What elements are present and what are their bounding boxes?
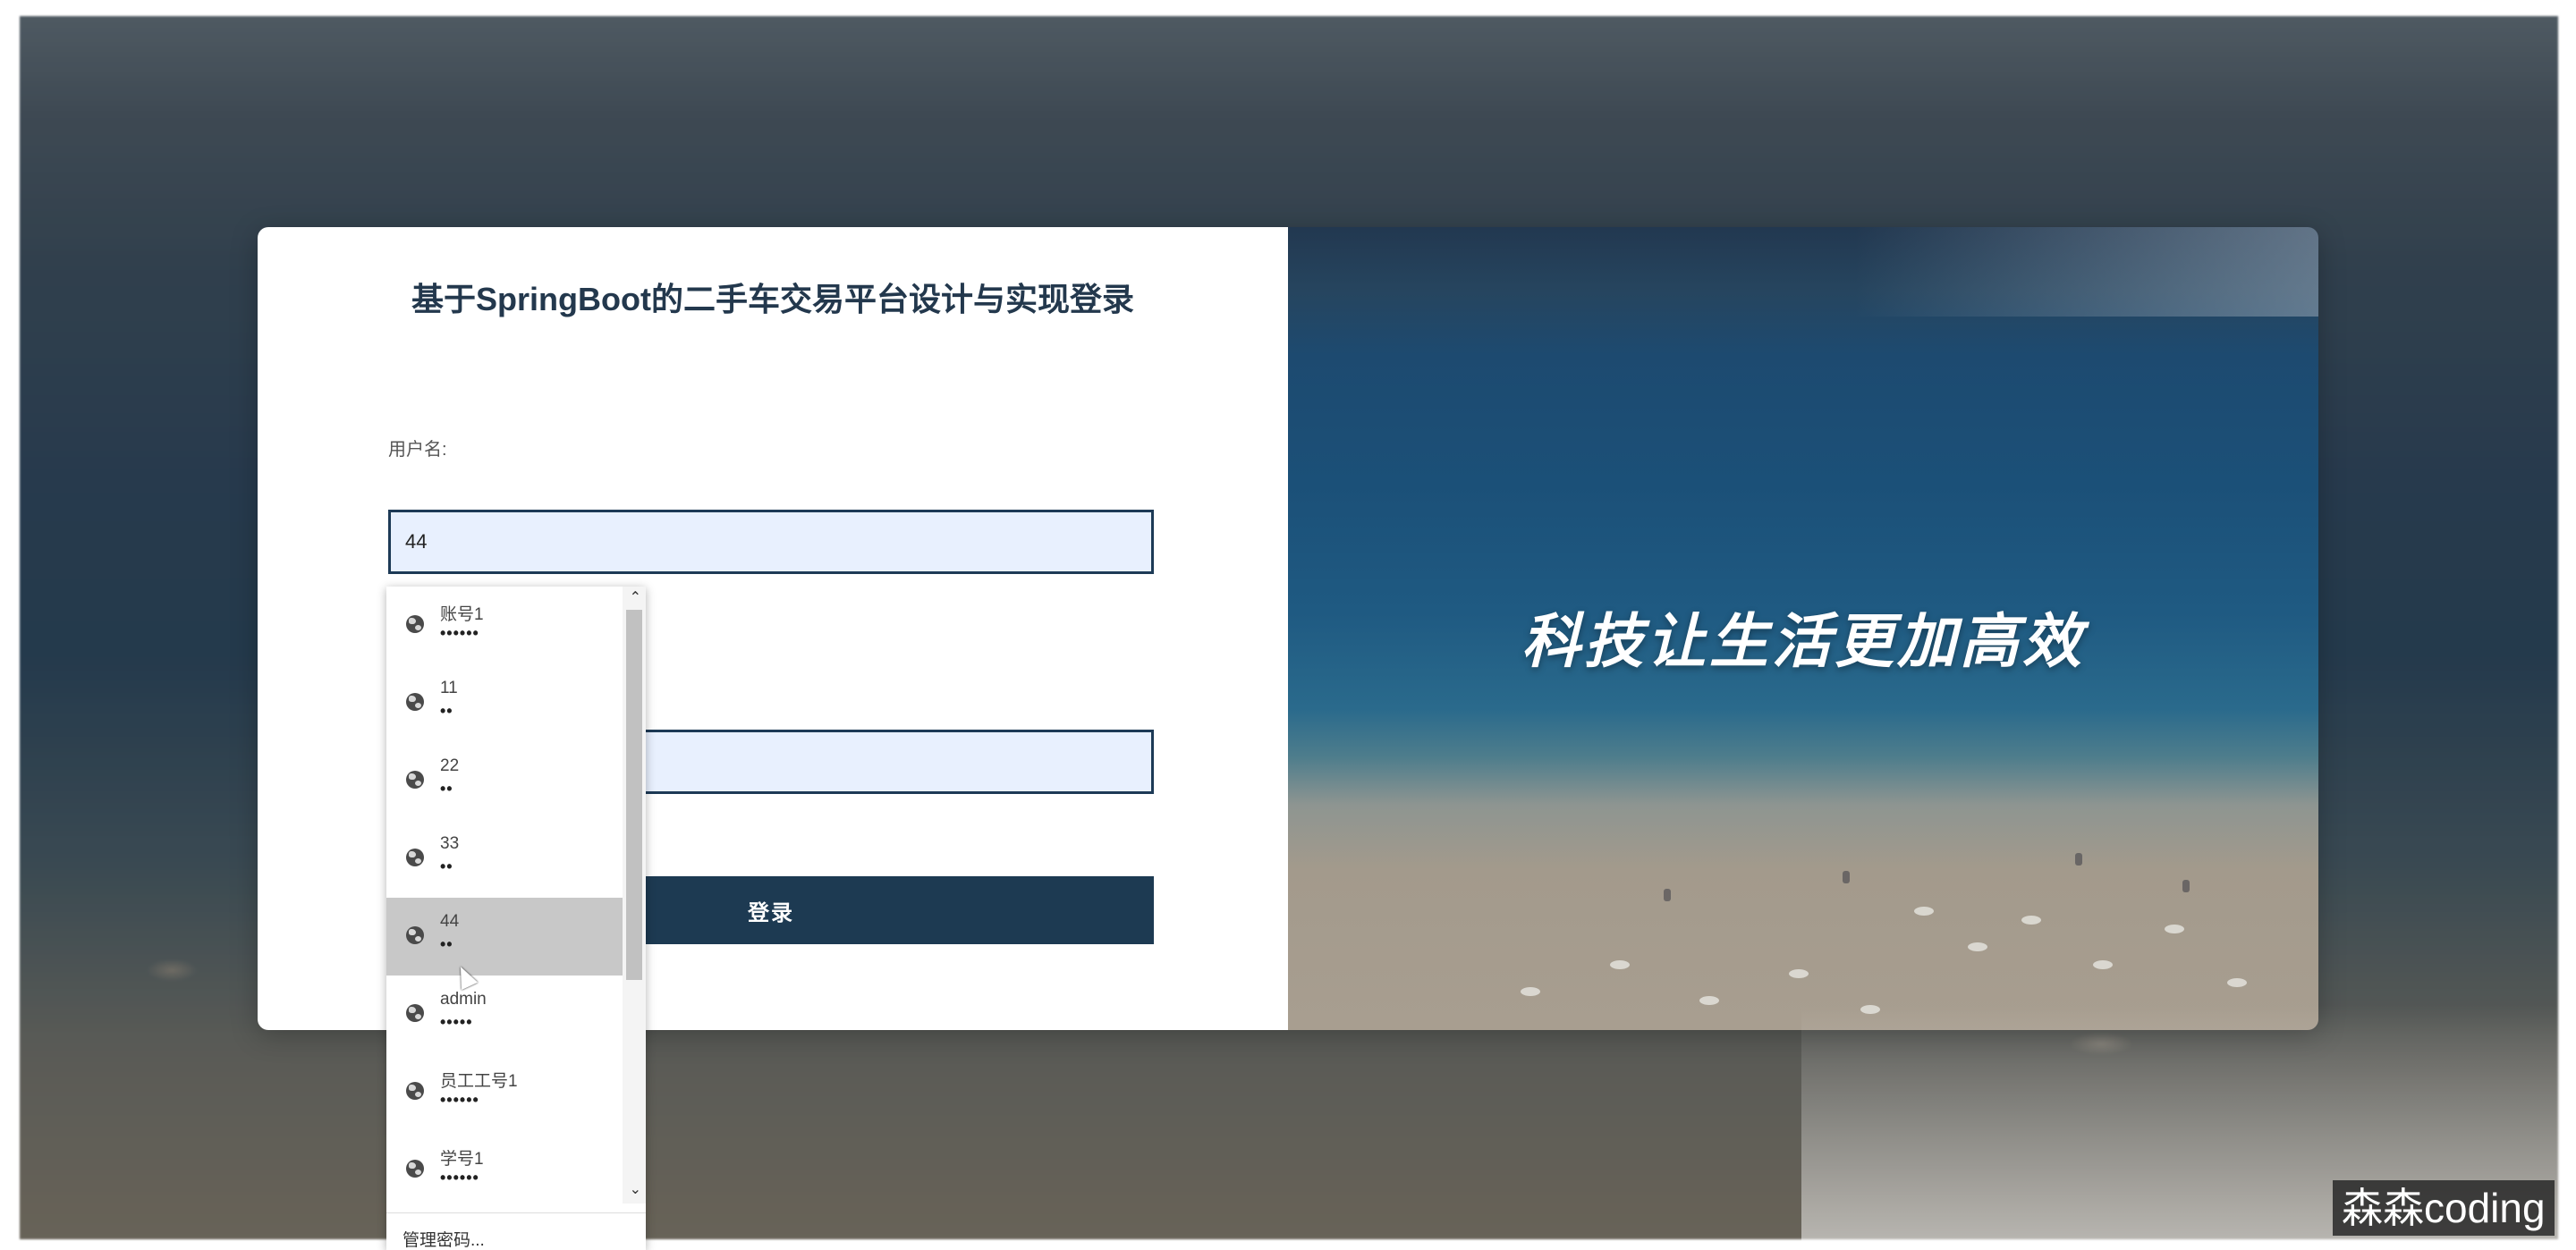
beach-umbrella	[2165, 925, 2184, 933]
slogan-text: 科技让生活更加高效	[1521, 608, 2085, 674]
autofill-item-password-mask: ••••••	[440, 624, 479, 642]
autofill-item-username: 学号1	[440, 1150, 484, 1169]
beach-umbrella	[1699, 996, 1719, 1005]
globe-icon	[406, 615, 424, 633]
autofill-item-username: 账号1	[440, 605, 484, 624]
autofill-item-username: 44	[440, 912, 460, 931]
hero-image-panel: 科技让生活更加高效	[1288, 227, 2318, 1030]
autofill-item-password-mask: •••••	[440, 1013, 473, 1031]
username-label: 用户名:	[388, 440, 447, 460]
globe-icon	[406, 1082, 424, 1100]
beach-person	[1843, 871, 1850, 883]
autofill-item[interactable]: 11 ••	[386, 664, 623, 742]
username-input[interactable]	[388, 510, 1154, 574]
beach-umbrella	[1521, 987, 1540, 996]
beach-umbrella	[1610, 960, 1630, 969]
beach-umbrella	[1968, 942, 1987, 951]
autofill-item[interactable]: 员工工号1 ••••••	[386, 1053, 623, 1131]
autofill-item[interactable]: 44 ••	[386, 898, 623, 976]
autofill-item-username: 11	[440, 679, 458, 697]
globe-icon	[406, 926, 424, 944]
autofill-item-username: admin	[440, 990, 487, 1009]
autofill-dropdown: 账号1 •••••• 11 •• 22 •• 33 •• 44 •• admin ••••• 员工工号1…	[386, 587, 646, 1250]
autofill-item-password-mask: ••	[440, 702, 453, 720]
autofill-item[interactable]: admin •••••	[386, 976, 623, 1053]
manage-passwords-link[interactable]: 管理密码...	[402, 1227, 485, 1250]
globe-icon	[406, 693, 424, 711]
globe-icon	[406, 1160, 424, 1178]
beach-umbrella	[2093, 960, 2113, 969]
autofill-item-username: 22	[440, 756, 460, 775]
globe-icon	[406, 849, 424, 866]
beach-umbrella	[2021, 916, 2041, 925]
page-title: 基于SpringBoot的二手车交易平台设计与实现登录	[411, 281, 1134, 317]
divider	[386, 1212, 646, 1213]
autofill-item[interactable]: 22 ••	[386, 742, 623, 820]
autofill-item-password-mask: ••	[440, 857, 453, 875]
autofill-item-password-mask: ••••••	[440, 1169, 479, 1187]
beach-person	[2182, 880, 2190, 892]
beach-person	[2075, 853, 2082, 866]
watermark: 森森coding	[2333, 1180, 2555, 1236]
beach-umbrella	[1914, 907, 1934, 916]
autofill-item[interactable]: 账号1 ••••••	[386, 587, 623, 664]
autofill-item-password-mask: ••••••	[440, 1091, 479, 1109]
autofill-item[interactable]: 学号1 ••••••	[386, 1131, 623, 1209]
beach-umbrella	[2227, 978, 2247, 987]
scrollbar-thumb[interactable]	[626, 610, 642, 980]
chevron-up-icon[interactable]: ⌃	[630, 588, 641, 606]
autofill-item[interactable]: 33 ••	[386, 820, 623, 898]
beach-person	[1664, 889, 1671, 901]
autofill-item-username: 员工工号1	[440, 1072, 518, 1091]
autofill-item-password-mask: ••	[440, 935, 453, 953]
globe-icon	[406, 1004, 424, 1022]
beach-umbrella	[1789, 969, 1809, 978]
autofill-item-password-mask: ••	[440, 780, 453, 798]
autofill-item-username: 33	[440, 834, 460, 853]
chevron-down-icon[interactable]: ⌄	[630, 1180, 641, 1198]
globe-icon	[406, 771, 424, 789]
autofill-scrollbar[interactable]: ⌃ ⌄	[623, 587, 646, 1204]
